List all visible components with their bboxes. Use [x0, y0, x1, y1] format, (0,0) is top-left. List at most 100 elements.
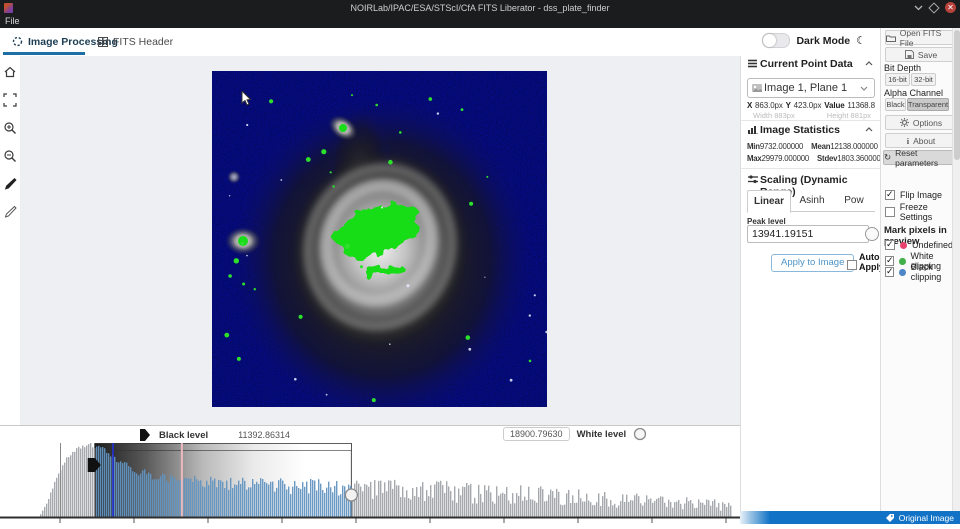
auto-apply-checkbox[interactable] [847, 260, 857, 270]
button-label: Save [918, 50, 937, 60]
x-label: X [747, 101, 752, 110]
peak-level-input[interactable] [747, 225, 869, 243]
collapse-icon[interactable] [865, 127, 873, 132]
white-level-handle[interactable] [345, 489, 357, 501]
window-close-button[interactable]: ✕ [945, 2, 956, 13]
section-title: Image Statistics [760, 124, 840, 136]
mark-undefined-row[interactable]: Undefined [885, 240, 953, 250]
moon-icon: ☾ [856, 34, 866, 47]
black-level-value[interactable]: 11392.86314 [238, 430, 290, 440]
undefined-color-dot [900, 242, 907, 249]
current-point-section-header[interactable]: Current Point Data [741, 56, 881, 72]
tab-pow[interactable]: Pow [833, 190, 875, 211]
reset-parameters-button[interactable]: ↻ Reset parameters [883, 150, 959, 165]
window-title: NOIRLab/IPAC/ESA/STScI/CfA FITS Liberato… [0, 3, 960, 13]
bit-depth-32-button[interactable]: 32-bit [911, 73, 936, 86]
statistics-section-header[interactable]: Image Statistics [741, 122, 881, 138]
image-dimensions-row: Width 883px Height 881px [753, 111, 871, 120]
button-label: Options [913, 118, 942, 128]
peak-level-handle[interactable] [865, 227, 879, 241]
open-folder-icon [886, 34, 896, 42]
freeze-settings-row[interactable]: Freeze Settings [885, 202, 960, 222]
scaling-tabs: Linear Asinh Pow [747, 190, 875, 212]
flip-image-checkbox[interactable] [885, 190, 895, 200]
black-clipping-color-dot [899, 269, 905, 276]
white-level-picker-icon[interactable] [3, 205, 17, 219]
image-plane-selector[interactable]: Image 1, Plane 1 [747, 78, 875, 98]
white-level-label: White level [577, 429, 627, 440]
height-info: Height 881px [827, 111, 871, 120]
image-processing-icon [12, 36, 23, 47]
tab-bar: Image Processing FITS Header Dark Mode ☾ [0, 28, 880, 57]
window-minimize-icon[interactable] [914, 5, 923, 11]
max-value: 29979.000000 [762, 154, 809, 163]
image-icon [752, 84, 762, 92]
scaling-section-header[interactable]: Scaling (Dynamic Range) [741, 172, 881, 188]
tab-asinh[interactable]: Asinh [791, 190, 833, 211]
preview-image[interactable] [212, 71, 547, 407]
zoom-out-icon[interactable] [3, 149, 17, 163]
button-label: About [913, 136, 935, 146]
tab-fits-header[interactable]: FITS Header [98, 28, 173, 55]
flip-image-row[interactable]: Flip Image [885, 190, 942, 200]
save-icon [905, 50, 914, 59]
max-label: Max [747, 154, 762, 163]
active-tab-indicator [3, 52, 85, 55]
stats-row: Min 9732.000000 Mean 12138.000000 [747, 142, 875, 151]
section-title: Current Point Data [760, 58, 853, 70]
alpha-channel-label: Alpha Channel [884, 88, 943, 98]
window-maximize-icon[interactable] [928, 2, 939, 13]
tab-linear[interactable]: Linear [747, 190, 791, 213]
histogram-header: Black level 11392.86314 18900.79630 Whit… [0, 425, 740, 444]
black-clipping-checkbox[interactable] [885, 267, 894, 277]
fit-to-screen-icon[interactable] [3, 93, 17, 107]
options-button[interactable]: Options [885, 115, 957, 130]
mark-black-clipping-row[interactable]: Black clipping [885, 262, 960, 282]
collapse-icon[interactable] [865, 61, 873, 66]
freeze-settings-label: Freeze Settings [900, 202, 960, 222]
bit-depth-label: Bit Depth [884, 63, 921, 73]
tag-icon [885, 513, 895, 523]
open-fits-file-button[interactable]: Open FITS File [885, 30, 957, 45]
min-value: 9732.000000 [760, 142, 803, 151]
tool-sidebar [0, 56, 21, 425]
fits-liberator-window: NOIRLab/IPAC/ESA/STScI/CfA FITS Liberato… [0, 0, 960, 524]
undefined-checkbox[interactable] [885, 240, 895, 250]
value-label: Value [824, 101, 844, 110]
home-icon[interactable] [3, 65, 17, 79]
bar-chart-icon [748, 125, 758, 134]
fits-header-icon [98, 37, 108, 47]
menu-bar: File [0, 16, 960, 28]
scrollbar-thumb[interactable] [954, 30, 960, 160]
stdev-label: Stdev [817, 154, 837, 163]
tab-label: FITS Header [113, 36, 173, 48]
cursor-readout-row: X 863.0px Y 423.0px Value 11368.8 [747, 101, 875, 110]
width-info: Width 883px [753, 111, 795, 120]
button-label: Reset parameters [895, 148, 958, 168]
file-panel: Open FITS File Save Bit Depth 16-bit 32-… [880, 28, 960, 511]
parameters-panel: Current Point Data Image 1, Plane 1 X 86… [740, 56, 881, 511]
apply-to-image-button[interactable]: Apply to Image [771, 254, 854, 272]
freeze-settings-checkbox[interactable] [885, 207, 895, 217]
histogram[interactable] [0, 443, 740, 524]
sliders-icon [748, 175, 758, 184]
about-button[interactable]: i About [885, 133, 957, 148]
chevron-down-icon [860, 86, 868, 91]
image-plane-value: Image 1, Plane 1 [764, 82, 847, 94]
undefined-label: Undefined [912, 240, 953, 250]
alpha-black-button[interactable]: Black [885, 98, 906, 111]
menu-file[interactable]: File [5, 16, 20, 26]
dark-mode-toggle[interactable] [762, 33, 790, 48]
black-level-label: Black level [159, 430, 208, 441]
panel-scrollbar[interactable] [952, 28, 960, 511]
alpha-transparent-button[interactable]: Transparent [907, 98, 949, 111]
flip-image-label: Flip Image [900, 190, 942, 200]
bit-depth-16-button[interactable]: 16-bit [885, 73, 910, 86]
stats-row: Max 29979.000000 Stdev 1803.360000 [747, 154, 875, 163]
save-button[interactable]: Save [885, 47, 957, 62]
black-level-picker-icon[interactable] [3, 177, 17, 191]
status-label: Original Image [899, 513, 954, 523]
button-label: Open FITS File [900, 28, 956, 48]
zoom-in-icon[interactable] [3, 121, 17, 135]
white-level-value[interactable]: 18900.79630 [503, 427, 570, 441]
